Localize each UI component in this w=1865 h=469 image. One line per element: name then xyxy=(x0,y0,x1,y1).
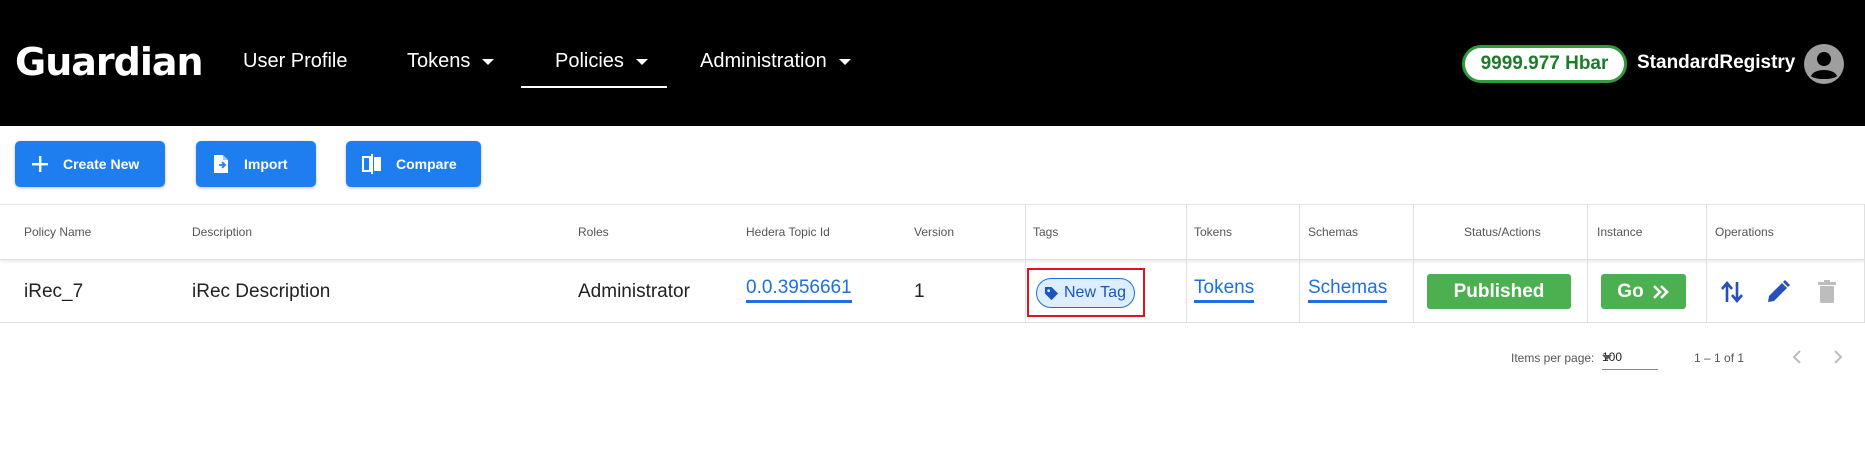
policy-version: 1 xyxy=(914,281,925,302)
tokens-link[interactable]: Tokens xyxy=(1194,277,1255,303)
col-tags[interactable]: Tags xyxy=(1033,225,1058,239)
nav-tokens-label: Tokens xyxy=(407,50,471,72)
nav-user-profile-label: User Profile xyxy=(243,50,348,72)
create-new-label: Create New xyxy=(63,156,140,172)
compare-icon xyxy=(362,154,381,174)
nav-policies[interactable]: Policies xyxy=(555,50,648,73)
prev-page-icon[interactable] xyxy=(1787,347,1807,367)
col-schemas[interactable]: Schemas xyxy=(1308,225,1358,239)
caret-down-icon xyxy=(482,58,495,65)
pager-range: 1 – 1 of 1 xyxy=(1694,351,1745,365)
tag-icon xyxy=(1044,286,1059,300)
nav-administration-label: Administration xyxy=(700,50,827,72)
schemas-link[interactable]: Schemas xyxy=(1308,277,1388,303)
table-row: iRec_7 iRec Description Administrator 0.… xyxy=(0,261,1865,323)
policy-description: iRec Description xyxy=(192,281,331,302)
items-per-page-select[interactable]: 100 xyxy=(1602,346,1658,370)
col-description[interactable]: Description xyxy=(192,225,252,239)
hbar-balance-badge: 9999.977 Hbar xyxy=(1462,45,1627,83)
dropdown-arrow-icon xyxy=(1602,355,1612,360)
new-tag-chip[interactable]: New Tag xyxy=(1036,278,1135,308)
compare-button[interactable]: Compare xyxy=(346,141,481,187)
new-tag-label: New Tag xyxy=(1064,284,1126,301)
account-circle-icon[interactable] xyxy=(1804,44,1844,84)
swap-vertical-icon[interactable] xyxy=(1718,278,1746,306)
published-label: Published xyxy=(1453,280,1545,302)
import-button[interactable]: Import xyxy=(196,141,316,187)
caret-down-icon xyxy=(838,58,851,65)
edit-pencil-icon[interactable] xyxy=(1764,278,1792,306)
col-version[interactable]: Version xyxy=(914,225,954,239)
app-logo[interactable]: Guardian xyxy=(15,40,204,84)
nav-administration[interactable]: Administration xyxy=(700,50,851,73)
col-policy-name[interactable]: Policy Name xyxy=(24,225,91,239)
policy-roles: Administrator xyxy=(578,281,690,302)
col-topic-id[interactable]: Hedera Topic Id xyxy=(746,225,830,239)
col-instance[interactable]: Instance xyxy=(1597,225,1642,239)
next-page-icon[interactable] xyxy=(1828,347,1848,367)
nav-tokens[interactable]: Tokens xyxy=(407,50,495,73)
go-instance-button[interactable]: Go xyxy=(1601,274,1686,309)
col-status-actions[interactable]: Status/Actions xyxy=(1464,225,1541,239)
items-per-page-label: Items per page: xyxy=(1511,351,1595,365)
create-new-button[interactable]: Create New xyxy=(15,141,165,187)
nav-policies-label: Policies xyxy=(555,50,624,72)
published-status-button[interactable]: Published xyxy=(1427,274,1571,309)
double-chevron-right-icon xyxy=(1652,284,1669,299)
compare-label: Compare xyxy=(396,156,457,172)
import-label: Import xyxy=(244,156,288,172)
app-header: Guardian User Profile Tokens Policies Ad… xyxy=(0,0,1865,126)
col-roles[interactable]: Roles xyxy=(578,225,609,239)
topic-id-text: 0.0.3956661 xyxy=(746,277,852,303)
policy-name: iRec_7 xyxy=(24,281,84,302)
caret-down-icon xyxy=(635,58,648,65)
active-nav-indicator xyxy=(521,86,667,88)
nav-user-profile[interactable]: User Profile xyxy=(243,50,347,73)
schemas-link-text: Schemas xyxy=(1308,277,1388,303)
col-operations[interactable]: Operations xyxy=(1715,225,1774,239)
tokens-link-text: Tokens xyxy=(1194,277,1255,303)
file-import-icon xyxy=(214,155,228,173)
table-header: Policy Name Description Roles Hedera Top… xyxy=(0,204,1865,260)
col-tokens[interactable]: Tokens xyxy=(1194,225,1232,239)
username[interactable]: StandardRegistry xyxy=(1637,52,1795,74)
plus-icon xyxy=(32,156,48,172)
topic-id-link[interactable]: 0.0.3956661 xyxy=(746,277,852,303)
go-label: Go xyxy=(1617,280,1644,302)
delete-trash-icon[interactable] xyxy=(1813,278,1841,306)
